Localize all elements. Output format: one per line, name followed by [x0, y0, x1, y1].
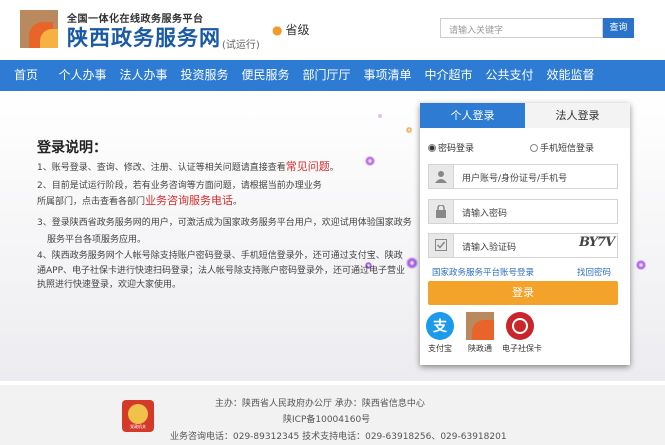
emblem-label: 党政机关: [130, 424, 146, 429]
consult-phone-link[interactable]: 业务咨询服务电话: [145, 194, 233, 207]
alipay-icon: 支: [426, 312, 454, 340]
sparkle-decoration: [406, 127, 412, 133]
instruction-line: 2、目前是试运行阶段，若有业务咨询等方面问题，请根据当前办理业务: [37, 181, 322, 191]
footer-phones: 业务咨询电话：029-89312345 技术支持电话：029-63918256、…: [170, 432, 507, 442]
search-button[interactable]: 查询: [603, 18, 634, 38]
instruction-line: 1、账号登录、查询、修改、注册、认证等相关问题请直接查看常见问题。: [37, 160, 339, 175]
sparkle-decoration: [406, 257, 418, 269]
radio-unchecked-icon: [530, 144, 538, 152]
alipay-login[interactable]: 支 支付宝: [422, 312, 458, 354]
password-field[interactable]: 请输入密码: [428, 199, 618, 224]
nav-departments[interactable]: 部门厅厅: [296, 60, 357, 91]
radio-sms-login[interactable]: 手机短信登录: [530, 141, 594, 154]
tab-personal-login[interactable]: 个人登录: [420, 103, 525, 128]
instruction-line: 4、陕西政务服务网个人帐号除支持账户密码登录、手机短信登录外，还可通过支付宝、陕…: [37, 251, 403, 261]
faq-link[interactable]: 常见问题: [286, 160, 330, 173]
tab-corporate-login[interactable]: 法人登录: [525, 103, 630, 128]
location-pin-icon: ●: [272, 23, 283, 37]
instruction-line: 通APP、电子社保卡进行快速扫码登录；法人帐号除支持账户密码登录外，还可通过电子…: [37, 266, 406, 276]
nav-home[interactable]: 首页: [0, 60, 52, 91]
location-selector[interactable]: ● 省级: [272, 21, 310, 38]
shanzhengtong-label: 陕政通: [468, 344, 492, 353]
checkbox-icon: [429, 234, 454, 257]
site-header: 全国一体化在线政务服务平台 陕西政务服务网 (试运行) ● 省级 请输入关键字 查…: [0, 0, 665, 58]
nav-personal[interactable]: 个人办事: [52, 60, 113, 91]
username-placeholder: 用户账号/身份证号/手机号: [462, 174, 568, 184]
social-card-icon: [506, 312, 534, 340]
radio-label: 密码登录: [438, 144, 475, 154]
captcha-placeholder: 请输入验证码: [462, 243, 517, 253]
nav-item-list[interactable]: 事项清单: [357, 60, 418, 91]
sparkle-decoration: [378, 114, 382, 118]
username-field[interactable]: 用户账号/身份证号/手机号: [428, 164, 618, 189]
party-government-emblem-icon[interactable]: 党政机关: [122, 400, 154, 432]
main-nav: 首页 个人办事 法人办事 投资服务 便民服务 部门厅厅 事项清单 中介超市 公共…: [0, 60, 665, 91]
instruction-line: 3、登录陕西省政务服务网的用户，可激活成为国家政务服务平台用户，欢迎试用体验国家…: [37, 218, 412, 228]
password-placeholder: 请输入密码: [462, 209, 508, 219]
radio-checked-icon: [428, 144, 436, 152]
lock-icon: [429, 200, 454, 223]
site-logo[interactable]: [20, 10, 60, 50]
radio-password-login[interactable]: 密码登录: [428, 141, 474, 154]
nav-payment[interactable]: 公共支付: [479, 60, 540, 91]
location-label: 省级: [285, 23, 310, 37]
sparkle-decoration: [636, 260, 646, 270]
site-title[interactable]: 陕西政务服务网: [67, 22, 221, 52]
social-card-login[interactable]: 电子社保卡: [502, 312, 542, 354]
instruction-line: 执照进行快速登录，欢迎大家使用。: [37, 280, 182, 290]
social-card-label: 电子社保卡: [502, 344, 542, 353]
instruction-line: 服务平台各项服务应用。: [47, 235, 147, 245]
nav-investment[interactable]: 投资服务: [174, 60, 235, 91]
alipay-label: 支付宝: [428, 344, 452, 353]
nav-corporate[interactable]: 法人办事: [113, 60, 174, 91]
login-instructions-title: 登录说明：: [37, 140, 107, 156]
search-input[interactable]: 请输入关键字: [440, 18, 603, 38]
footer-host: 主办：陕西省人民政府办公厅 承办：陕西省信息中心: [215, 399, 425, 409]
instruction-text: 。: [233, 197, 243, 207]
login-button[interactable]: 登录: [428, 281, 618, 305]
captcha-field[interactable]: 请输入验证码 BY7V: [428, 233, 618, 258]
radio-label: 手机短信登录: [540, 144, 595, 154]
shanzhengtong-icon: [466, 312, 494, 340]
nav-supervision[interactable]: 效能监督: [540, 60, 601, 91]
instruction-text: 所属部门，点击查看各部门: [37, 197, 146, 207]
footer-icp[interactable]: 陕ICP备10004160号: [283, 412, 370, 425]
sparkle-decoration: [365, 156, 375, 166]
national-account-login-link[interactable]: 国家政务服务平台账号登录: [432, 266, 534, 278]
shanzhengtong-login[interactable]: 陕政通: [462, 312, 498, 354]
instruction-text: 。: [329, 163, 339, 173]
nav-agency-market[interactable]: 中介超市: [418, 60, 479, 91]
trial-label: (试运行): [222, 40, 260, 51]
captcha-image[interactable]: BY7V: [579, 235, 617, 256]
instruction-line: 所属部门，点击查看各部门业务咨询服务电话。: [37, 194, 242, 209]
user-icon: [429, 165, 454, 188]
nav-convenience[interactable]: 便民服务: [235, 60, 296, 91]
instruction-text: 1、账号登录、查询、修改、注册、认证等相关问题请直接查看: [37, 163, 286, 173]
login-panel: 个人登录 法人登录 密码登录 手机短信登录 用户账号/身份证号/手机号 请输入密…: [420, 103, 630, 365]
forgot-password-link[interactable]: 找回密码: [577, 266, 611, 278]
